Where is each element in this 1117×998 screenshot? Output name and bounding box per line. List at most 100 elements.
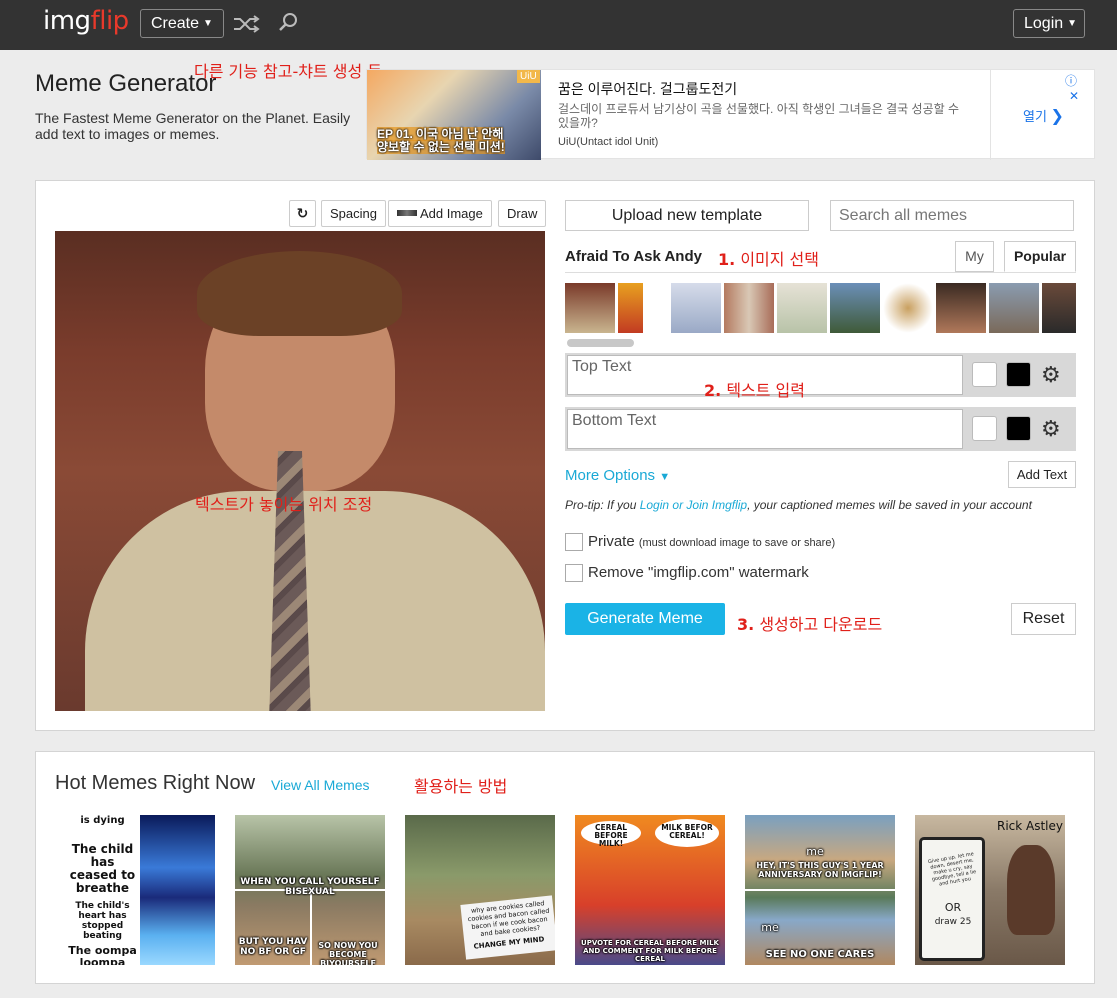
login-button[interactable]: Login ▼	[1013, 9, 1085, 38]
meme-preview-image[interactable]: 텍스트가 놓이는 위치 조정	[55, 231, 545, 711]
template-thumbnail[interactable]	[936, 283, 986, 333]
upload-label: Upload new template	[611, 207, 763, 224]
bottom-text-row: ⚙	[565, 407, 1076, 451]
top-navbar: imgflip Create ▼ Login ▼	[0, 0, 1117, 50]
ad-close-icon[interactable]: ✕	[1069, 89, 1079, 103]
selected-template-name: Afraid To Ask Andy	[565, 248, 702, 265]
hot-meme-card[interactable]: me HEY, IT'S THIS GUY'S 1 YEAR ANNIVERSA…	[745, 815, 895, 965]
thumbnail-scrollbar[interactable]	[567, 339, 634, 347]
ad-caption-line1: EP 01. 이국 아님 난 안해	[377, 127, 504, 141]
annotation-image-note: 텍스트가 놓이는 위치 조정	[195, 495, 373, 514]
meme-generator-panel: ↻ Spacing Add Image Draw 텍스트가 놓이는 위치 조정 …	[35, 180, 1095, 731]
ad-info-icon[interactable]: ⓘ	[1065, 74, 1077, 88]
hot-memes-title: Hot Memes Right Now	[55, 772, 256, 794]
annotation-hot-note: 활용하는 방법	[414, 777, 508, 796]
logo-text-img: img	[43, 6, 91, 36]
tab-popular[interactable]: Popular	[1004, 241, 1076, 272]
template-thumbnail[interactable]	[989, 283, 1039, 333]
annotation-top-note: 다른 기능 참고-챠트 생성 등	[194, 62, 383, 81]
advertisement[interactable]: UiU EP 01. 이국 아님 난 안해 양보할 수 없는 선택 미션! 꿈은…	[366, 69, 1095, 160]
ad-body: 걸스데이 프로듀서 남기상이 곡을 선물했다. 아직 학생인 그녀들은 결국 성…	[558, 102, 959, 130]
template-thumbnail[interactable]	[1042, 283, 1076, 333]
search-icon[interactable]	[277, 12, 299, 34]
ad-brand-tag: UiU	[517, 70, 540, 83]
meme-text: Rick Astley	[996, 819, 1064, 833]
meme-text: SO NOW YOU BECOME BIYOURSELF	[318, 941, 378, 965]
template-thumbnail[interactable]	[618, 283, 643, 333]
meme-text: WHEN YOU CALL YOURSELF BISEXUAL	[240, 877, 380, 897]
template-thumbnail[interactable]	[777, 283, 827, 333]
hot-meme-card[interactable]: why are cookies called cookies and bacon…	[405, 815, 555, 965]
spacing-button[interactable]: Spacing	[321, 200, 386, 227]
tab-my[interactable]: My	[955, 241, 994, 272]
meme-text: MILK BEFOR CEREAL!	[661, 823, 713, 840]
template-thumbnail-strip	[565, 283, 1076, 333]
ad-open-link[interactable]: 열기 ❯	[1023, 106, 1064, 126]
draw-label: Draw	[507, 206, 538, 221]
shuffle-icon[interactable]	[232, 14, 260, 34]
annotation-step1: 1. 이미지 선택	[718, 246, 819, 270]
outline-color-swatch[interactable]	[1006, 416, 1031, 441]
step1-number: 1.	[718, 250, 736, 269]
ad-headline[interactable]: 꿈은 이루어진다. 걸그룹도전기	[558, 79, 737, 99]
hot-meme-card[interactable]: WHEN YOU CALL YOURSELF BISEXUAL BUT YOU …	[235, 815, 385, 965]
template-thumbnail[interactable]	[830, 283, 880, 333]
add-image-button[interactable]: Add Image	[388, 200, 492, 227]
text-color-swatch[interactable]	[972, 362, 997, 387]
bottom-text-input[interactable]	[567, 409, 963, 449]
step3-text: 생성하고 다운로드	[759, 615, 883, 634]
private-label[interactable]: Private (must download image to save or …	[588, 533, 835, 550]
text-color-swatch[interactable]	[972, 416, 997, 441]
template-thumbnail[interactable]	[671, 283, 721, 333]
create-menu-button[interactable]: Create ▼	[140, 9, 224, 38]
reset-button[interactable]: Reset	[1011, 603, 1076, 635]
hot-meme-card[interactable]: is dying The child has ceased to breathe…	[65, 815, 215, 965]
add-text-button[interactable]: Add Text	[1008, 461, 1076, 488]
search-memes-input[interactable]	[830, 200, 1074, 231]
top-text-row: ⚙	[565, 353, 1076, 397]
step1-text: 이미지 선택	[740, 250, 819, 269]
ad-image-caption: EP 01. 이국 아님 난 안해 양보할 수 없는 선택 미션!	[377, 127, 505, 154]
meme-text: CEREAL BEFORE MILK!	[594, 823, 628, 848]
imgflip-logo[interactable]: imgflip	[43, 6, 129, 36]
caret-down-icon: ▼	[659, 471, 671, 483]
meme-text: The child's heart has stopped beating	[75, 901, 130, 941]
ad-image[interactable]: UiU EP 01. 이국 아님 난 안해 양보할 수 없는 선택 미션!	[367, 70, 541, 160]
draw-button[interactable]: Draw	[498, 200, 547, 227]
logo-text-flip: flip	[90, 6, 130, 36]
ad-divider	[990, 70, 991, 160]
meme-figure-hair	[197, 251, 402, 336]
rotate-button[interactable]: ↻	[289, 200, 316, 227]
private-label-text: Private	[588, 533, 635, 550]
hot-meme-card[interactable]: Rick Astley Give up up. let me down, des…	[915, 815, 1065, 965]
image-icon	[397, 210, 417, 216]
ad-source: UiU(Untact idol Unit)	[558, 136, 659, 148]
login-join-link[interactable]: Login or Join Imgflip	[640, 498, 747, 512]
pro-tip: Pro-tip: If you Login or Join Imgflip, y…	[565, 498, 1032, 512]
rotate-icon: ↻	[296, 205, 309, 221]
step2-number: 2.	[704, 381, 722, 400]
page-title: Meme Generator	[35, 70, 217, 97]
template-thumbnail[interactable]	[883, 283, 933, 333]
private-checkbox[interactable]	[565, 533, 583, 551]
caret-down-icon: ▼	[1067, 18, 1078, 29]
more-options-link[interactable]: More Options ▼	[565, 467, 670, 484]
gear-icon[interactable]: ⚙	[1041, 416, 1061, 441]
meme-text: draw 25	[934, 917, 972, 927]
template-thumbnail[interactable]	[565, 283, 615, 333]
meme-text: OR	[944, 901, 962, 914]
meme-text: me	[761, 921, 779, 934]
template-thumbnail[interactable]	[724, 283, 774, 333]
generate-meme-button[interactable]: Generate Meme	[565, 603, 725, 635]
annotation-step2: 2. 텍스트 입력	[704, 377, 805, 401]
view-all-memes-link[interactable]: View All Memes	[271, 777, 370, 793]
hot-meme-card[interactable]: CEREAL BEFORE MILK! MILK BEFOR CEREAL! U…	[575, 815, 725, 965]
remove-watermark-checkbox[interactable]	[565, 564, 583, 582]
gear-icon[interactable]: ⚙	[1041, 362, 1061, 387]
meme-text: The child has ceased to breathe	[69, 842, 136, 895]
chevron-right-icon: ❯	[1050, 108, 1064, 125]
meme-text: HEY, IT'S THIS GUY'S 1 YEAR ANNIVERSARY …	[756, 861, 884, 879]
remove-watermark-label[interactable]: Remove "imgflip.com" watermark	[588, 564, 809, 581]
outline-color-swatch[interactable]	[1006, 362, 1031, 387]
upload-template-button[interactable]: Upload new template	[565, 200, 809, 231]
